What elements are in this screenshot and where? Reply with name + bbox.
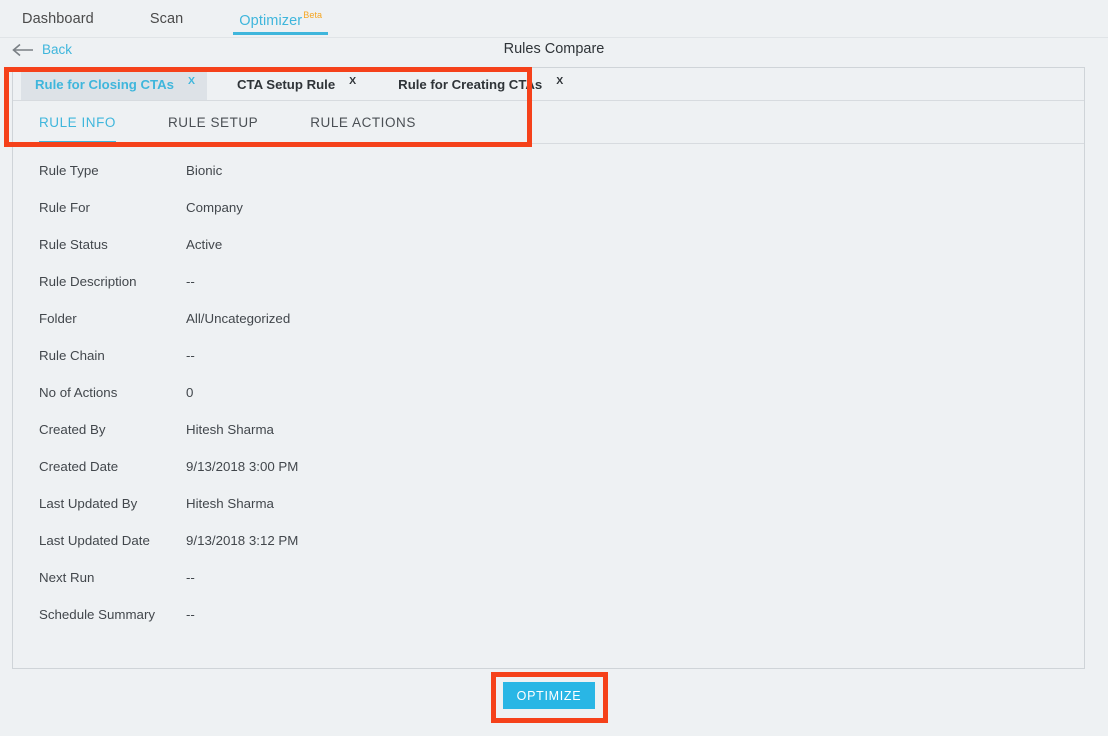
detail-row: Rule Type Bionic xyxy=(13,152,1084,189)
nav-item-dashboard-label: Dashboard xyxy=(22,11,94,27)
app-root: Dashboard Scan OptimizerBeta Back Rules … xyxy=(0,0,1108,736)
detail-value: All/Uncategorized xyxy=(186,311,290,326)
close-icon[interactable]: X xyxy=(349,75,356,87)
optimize-button[interactable]: OPTIMIZE xyxy=(503,682,595,709)
detail-row: Created By Hitesh Sharma xyxy=(13,411,1084,448)
nav-item-dashboard[interactable]: Dashboard xyxy=(22,0,94,27)
detail-label: Rule Description xyxy=(13,274,186,289)
tab-rule-actions[interactable]: RULE ACTIONS xyxy=(310,101,416,144)
detail-row: Last Updated By Hitesh Sharma xyxy=(13,485,1084,522)
detail-row: Rule Status Active xyxy=(13,226,1084,263)
detail-row: No of Actions 0 xyxy=(13,374,1084,411)
tab-rule-setup[interactable]: RULE SETUP xyxy=(168,101,258,144)
detail-label: Last Updated Date xyxy=(13,533,186,548)
rule-tab-cta-setup-rule[interactable]: CTA Setup Rule X xyxy=(223,68,368,100)
rule-info-details: Rule Type Bionic Rule For Company Rule S… xyxy=(13,144,1084,633)
nav-active-underline xyxy=(233,32,328,35)
nav-item-optimizer[interactable]: OptimizerBeta xyxy=(239,0,322,29)
footer-action-bar: OPTIMIZE xyxy=(0,669,1108,736)
tab-rule-info[interactable]: RULE INFO xyxy=(39,101,116,144)
rule-tab-cta-setup-rule-label: CTA Setup Rule xyxy=(237,77,335,92)
detail-label: Rule For xyxy=(13,200,186,215)
nav-item-optimizer-label: Optimizer xyxy=(239,13,302,29)
tab-active-underline xyxy=(39,141,116,144)
top-navigation-items: Dashboard Scan OptimizerBeta xyxy=(0,0,1108,38)
detail-value: -- xyxy=(186,570,195,585)
sub-tab-strip: RULE INFO RULE SETUP RULE ACTIONS xyxy=(13,101,1084,144)
detail-row: Schedule Summary -- xyxy=(13,596,1084,633)
back-bar: Back Rules Compare xyxy=(0,38,1108,65)
detail-label: Rule Status xyxy=(13,237,186,252)
detail-row: Rule Description -- xyxy=(13,263,1084,300)
close-icon[interactable]: X xyxy=(188,75,195,87)
detail-row: Rule Chain -- xyxy=(13,337,1084,374)
detail-label: No of Actions xyxy=(13,385,186,400)
detail-label: Rule Chain xyxy=(13,348,186,363)
detail-row: Created Date 9/13/2018 3:00 PM xyxy=(13,448,1084,485)
beta-badge: Beta xyxy=(303,10,322,20)
detail-value: Active xyxy=(186,237,222,252)
rule-tab-strip: Rule for Closing CTAs X CTA Setup Rule X… xyxy=(13,68,1084,101)
nav-item-scan[interactable]: Scan xyxy=(150,0,183,27)
detail-row: Rule For Company xyxy=(13,189,1084,226)
detail-value: Hitesh Sharma xyxy=(186,496,274,511)
tab-rule-actions-label: RULE ACTIONS xyxy=(310,115,416,130)
detail-label: Created By xyxy=(13,422,186,437)
detail-value: Hitesh Sharma xyxy=(186,422,274,437)
detail-label: Created Date xyxy=(13,459,186,474)
detail-value: 0 xyxy=(186,385,193,400)
detail-label: Next Run xyxy=(13,570,186,585)
tab-rule-setup-label: RULE SETUP xyxy=(168,115,258,130)
detail-value: 9/13/2018 3:00 PM xyxy=(186,459,298,474)
detail-value: Bionic xyxy=(186,163,222,178)
tab-rule-info-label: RULE INFO xyxy=(39,115,116,130)
top-navigation: Dashboard Scan OptimizerBeta xyxy=(0,0,1108,38)
nav-item-scan-label: Scan xyxy=(150,11,183,27)
close-icon[interactable]: X xyxy=(556,75,563,87)
detail-row: Next Run -- xyxy=(13,559,1084,596)
page-title: Rules Compare xyxy=(0,41,1108,57)
detail-label: Schedule Summary xyxy=(13,607,186,622)
detail-label: Last Updated By xyxy=(13,496,186,511)
detail-value: -- xyxy=(186,348,195,363)
rule-tab-creating-ctas[interactable]: Rule for Creating CTAs X xyxy=(384,68,575,100)
rule-tab-closing-ctas[interactable]: Rule for Closing CTAs X xyxy=(21,68,207,100)
detail-label: Rule Type xyxy=(13,163,186,178)
rule-tab-creating-ctas-label: Rule for Creating CTAs xyxy=(398,77,542,92)
rule-tab-closing-ctas-label: Rule for Closing CTAs xyxy=(35,77,174,92)
detail-value: Company xyxy=(186,200,243,215)
rules-compare-panel: Rule for Closing CTAs X CTA Setup Rule X… xyxy=(12,67,1085,669)
detail-row: Folder All/Uncategorized xyxy=(13,300,1084,337)
detail-value: -- xyxy=(186,274,195,289)
detail-row: Last Updated Date 9/13/2018 3:12 PM xyxy=(13,522,1084,559)
detail-label: Folder xyxy=(13,311,186,326)
detail-value: 9/13/2018 3:12 PM xyxy=(186,533,298,548)
detail-value: -- xyxy=(186,607,195,622)
